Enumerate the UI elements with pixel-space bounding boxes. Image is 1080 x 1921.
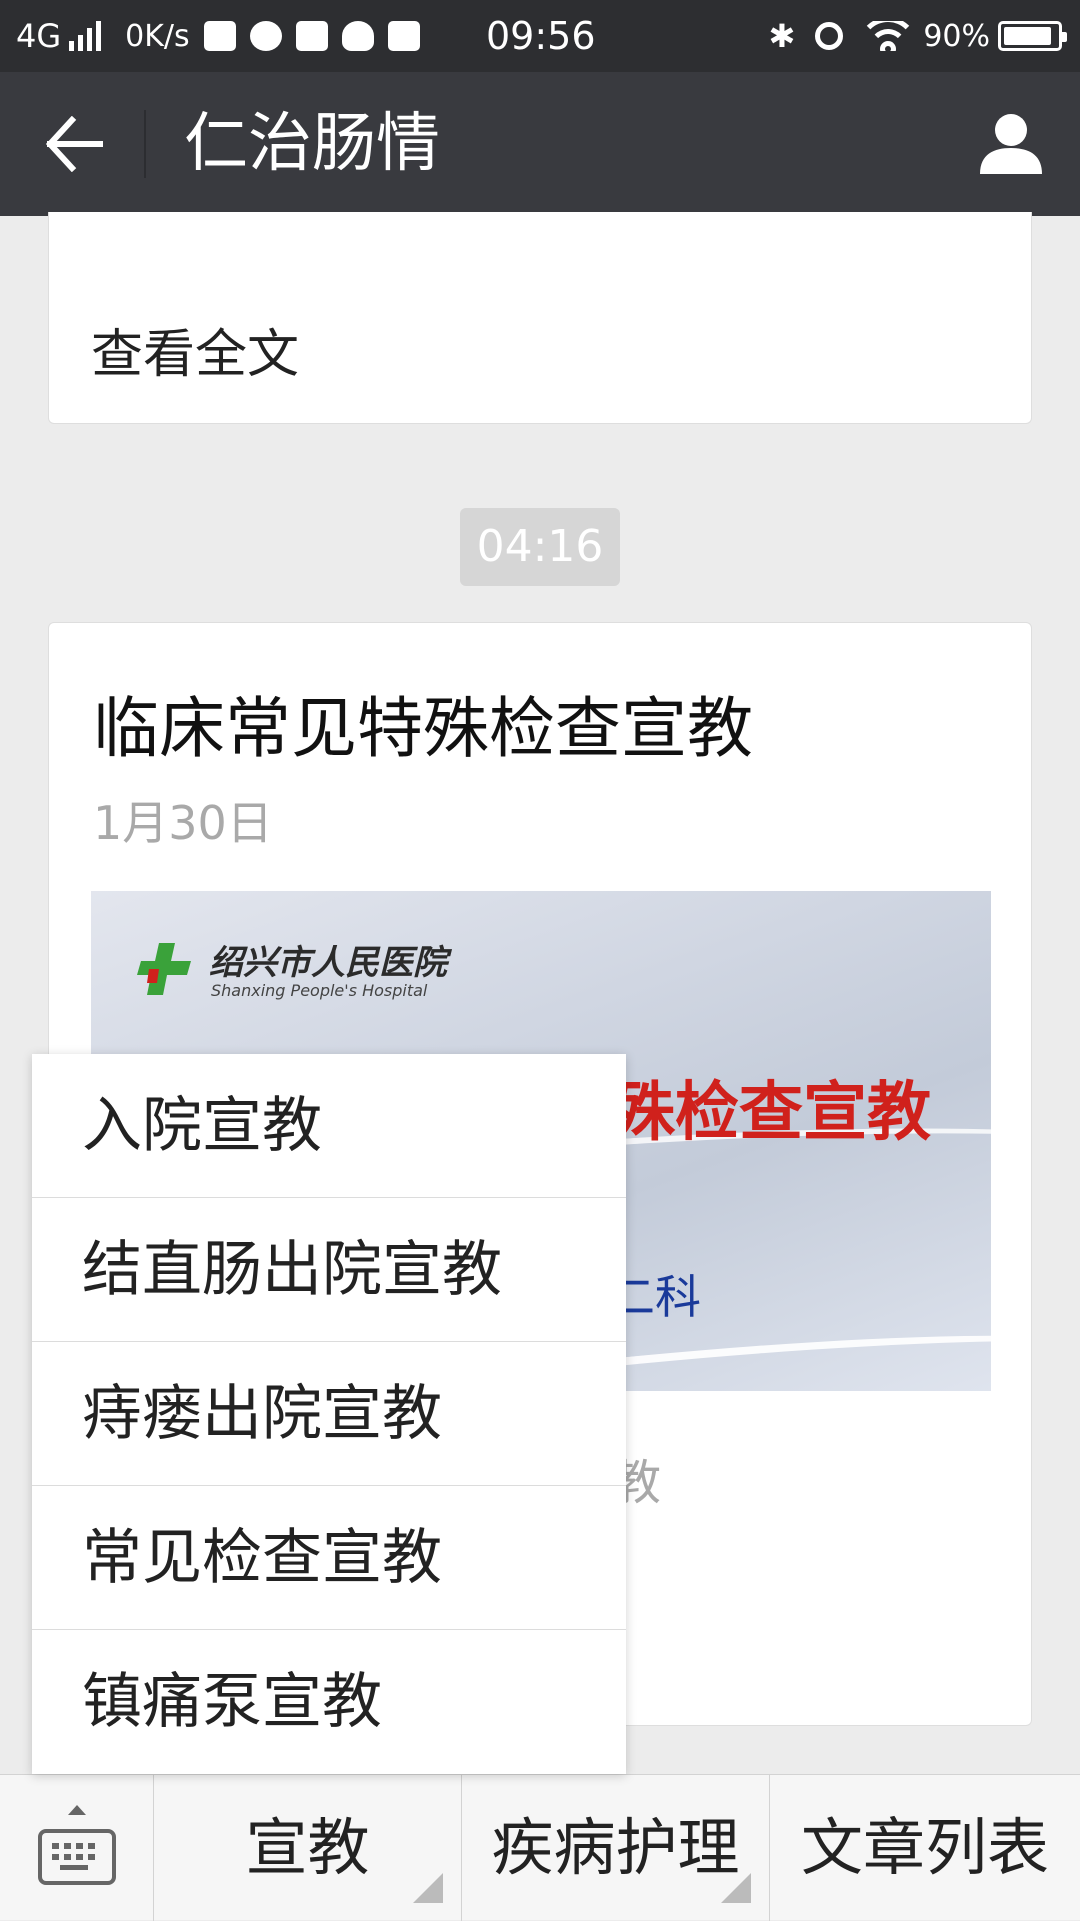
- hospital-name-en: Shanxing People's Hospital: [211, 981, 428, 1000]
- app-icon: [387, 21, 420, 51]
- menu-item-admission-education[interactable]: 入院宣教: [32, 1054, 626, 1198]
- submenu-indicator-icon: [413, 1873, 443, 1903]
- signal-icon: [69, 21, 105, 51]
- tab-education-label: 宣教: [245, 1811, 370, 1884]
- profile-icon[interactable]: [978, 110, 1044, 176]
- menu-item-colorectal-discharge[interactable]: 结直肠出院宣教: [32, 1198, 626, 1342]
- message-icon: [249, 21, 282, 51]
- tab-disease-care-label: 疾病护理: [491, 1811, 740, 1884]
- hospital-name-cn: 绍兴市人民医院: [209, 943, 447, 983]
- menu-item-common-exam-education[interactable]: 常见检查宣教: [32, 1486, 626, 1630]
- status-right: ✱ 90%: [768, 0, 1067, 72]
- back-arrow-icon[interactable]: [44, 116, 104, 172]
- tab-education[interactable]: 宣教: [154, 1775, 462, 1921]
- status-bar: 4G 0K/s 09:56 ✱ 90%: [0, 0, 1080, 72]
- mail-icon: [295, 21, 328, 51]
- alarm-icon: [815, 22, 844, 50]
- app-header: 仁治肠情: [0, 72, 1080, 216]
- article-date: 1月30日: [93, 796, 273, 850]
- bottom-menu-bar: 宣教 疾病护理 文章列表: [0, 1774, 1080, 1921]
- keyboard-icon: [38, 1829, 116, 1885]
- read-all-link[interactable]: 查看全文: [91, 312, 299, 387]
- qq-icon: [341, 21, 374, 51]
- submenu-popup: 入院宣教 结直肠出院宣教 痔瘘出院宣教 常见检查宣教 镇痛泵宣教: [32, 1054, 626, 1774]
- menu-item-analgesic-pump-education[interactable]: 镇痛泵宣教: [32, 1630, 626, 1774]
- battery-percent: 90%: [923, 18, 990, 54]
- status-left: 4G 0K/s: [16, 0, 420, 72]
- keyboard-toggle-button[interactable]: [0, 1775, 154, 1921]
- previous-message-card[interactable]: 查看全文: [48, 212, 1032, 424]
- wifi-icon: [865, 21, 912, 51]
- message-time-badge: 04:16: [460, 508, 620, 586]
- cover-title: 殊检查宣教: [611, 1076, 931, 1150]
- submenu-indicator-icon: [721, 1873, 751, 1903]
- tab-disease-care[interactable]: 疾病护理: [462, 1775, 770, 1921]
- hospital-cross-icon: [137, 943, 191, 995]
- page-title: 仁治肠情: [184, 107, 440, 181]
- battery-icon: [998, 21, 1067, 51]
- menu-item-anal-fistula-discharge[interactable]: 痔瘘出院宣教: [32, 1342, 626, 1486]
- network-speed: 0K/s: [125, 18, 190, 54]
- battery-fill: [1004, 27, 1051, 45]
- header-divider: [144, 110, 146, 178]
- tab-article-list-label: 文章列表: [800, 1811, 1049, 1884]
- article-title[interactable]: 临床常见特殊检查宣教: [93, 675, 753, 771]
- bluetooth-icon: ✱: [768, 17, 796, 55]
- sim-icon: [203, 21, 236, 51]
- network-type: 4G: [16, 17, 62, 55]
- chevron-up-icon: [68, 1805, 86, 1815]
- clock: 09:56: [486, 14, 596, 58]
- tab-article-list[interactable]: 文章列表: [770, 1775, 1080, 1921]
